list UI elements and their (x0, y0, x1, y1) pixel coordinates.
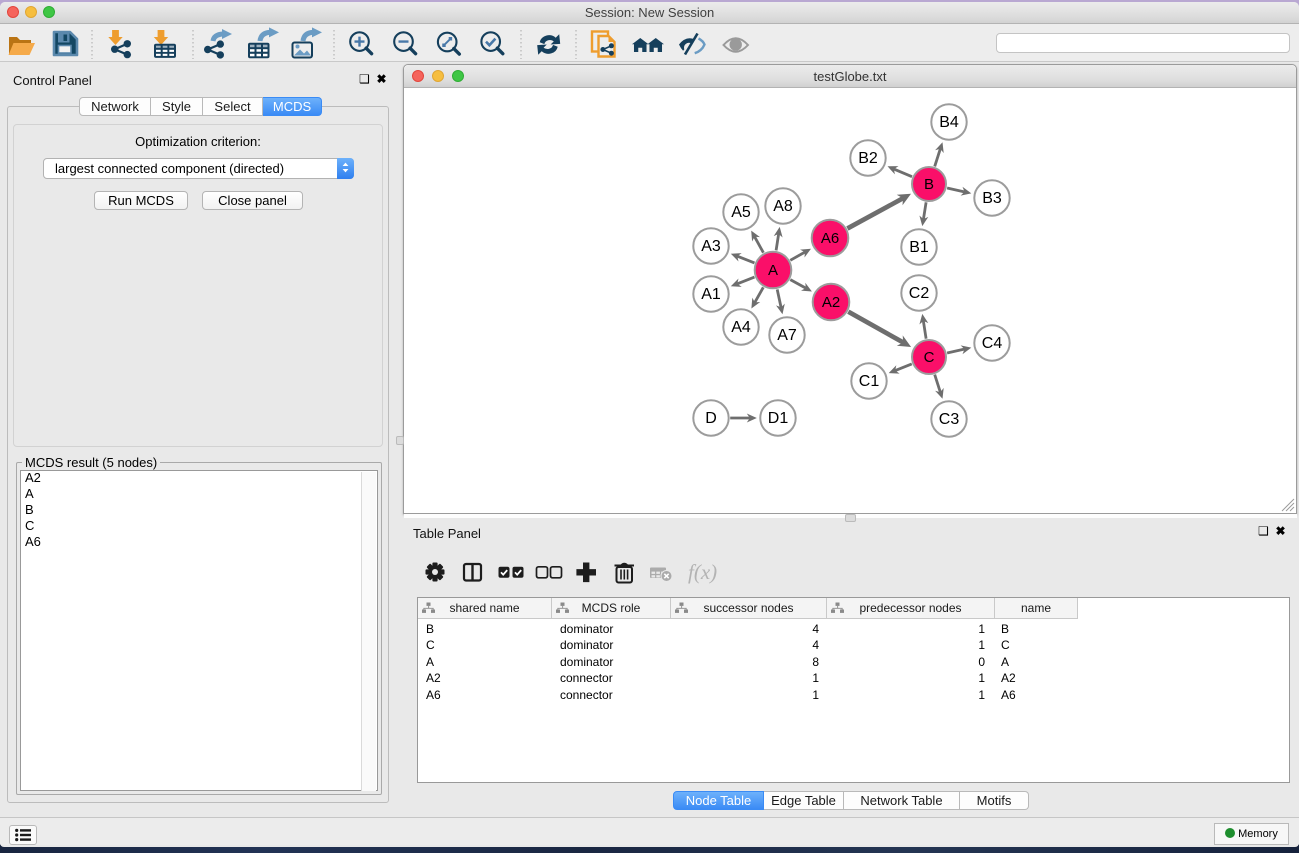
svg-text:f(x): f(x) (688, 560, 717, 584)
svg-text:A4: A4 (731, 319, 751, 336)
svg-text:B: B (924, 176, 934, 193)
svg-text:A: A (768, 262, 778, 279)
svg-text:B4: B4 (939, 114, 959, 131)
svg-text:A6: A6 (821, 230, 839, 247)
svg-text:B1: B1 (909, 239, 929, 256)
svg-text:A3: A3 (701, 238, 721, 255)
svg-text:C: C (924, 349, 935, 366)
svg-text:D: D (705, 410, 717, 427)
svg-text:D1: D1 (768, 410, 789, 427)
svg-text:C4: C4 (982, 335, 1003, 352)
svg-text:A1: A1 (701, 286, 721, 303)
svg-text:A5: A5 (731, 204, 751, 221)
svg-text:B2: B2 (858, 150, 878, 167)
svg-text:B3: B3 (982, 190, 1002, 207)
svg-text:A2: A2 (822, 294, 840, 311)
svg-text:A7: A7 (777, 327, 797, 344)
svg-text:C2: C2 (909, 285, 930, 302)
svg-text:C3: C3 (939, 411, 960, 428)
svg-text:A8: A8 (773, 198, 793, 215)
svg-text:C1: C1 (859, 373, 880, 390)
